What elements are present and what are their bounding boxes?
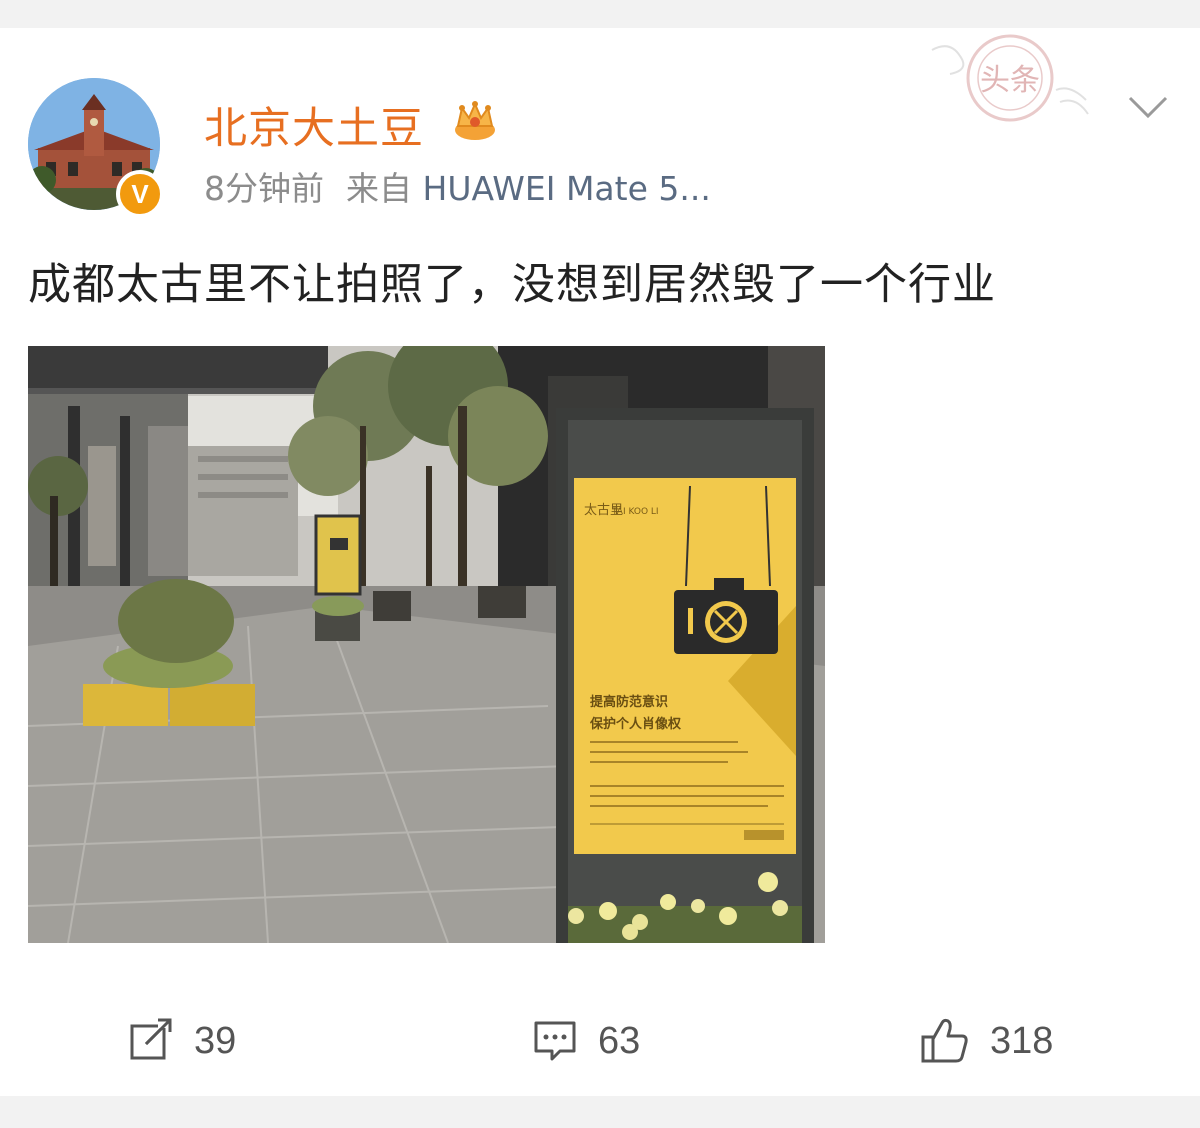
repost-count: 39	[194, 1019, 237, 1062]
post-time: 8分钟前	[204, 169, 324, 208]
source-prefix: 来自	[346, 169, 412, 208]
chevron-down-icon[interactable]	[1126, 92, 1170, 122]
crown-icon	[455, 101, 495, 140]
action-bar: 39 63 318	[0, 1008, 1200, 1078]
like-count: 318	[990, 1019, 1054, 1062]
weibo-post-card: V 北京大土豆 8分钟前 来自 HUAWEI Mate 5... 头条 成都太古里…	[0, 28, 1200, 1096]
thumbs-up-icon	[921, 1018, 968, 1063]
sign-headline-1: 提高防范意识	[590, 694, 668, 710]
stamp-text: 头条	[980, 63, 1040, 98]
toutiao-stamp-icon: 头条	[931, 34, 1089, 122]
post-text: 成都太古里不让拍照了，没想到居然毁了一个行业	[28, 260, 996, 310]
comment-button[interactable]: 63	[532, 1016, 640, 1066]
post-photo[interactable]: 太古里 TAI KOO LI 提高防范意识 保护个人肖像权	[28, 346, 825, 943]
repost-button[interactable]: 39	[128, 1016, 236, 1066]
comment-count: 63	[598, 1019, 641, 1062]
sign-headline-2: 保护个人肖像权	[589, 716, 682, 732]
comment-icon	[534, 1021, 576, 1061]
sign-brand-latin: TAI KOO LI	[611, 507, 659, 517]
repost-icon	[130, 1018, 174, 1060]
device-source[interactable]: HUAWEI Mate 5...	[423, 169, 711, 208]
post-meta: 8分钟前 来自 HUAWEI Mate 5...	[204, 162, 711, 210]
username[interactable]: 北京大土豆	[204, 94, 424, 156]
verified-badge-icon: V	[116, 170, 164, 218]
like-button[interactable]: 318	[920, 1016, 1053, 1066]
